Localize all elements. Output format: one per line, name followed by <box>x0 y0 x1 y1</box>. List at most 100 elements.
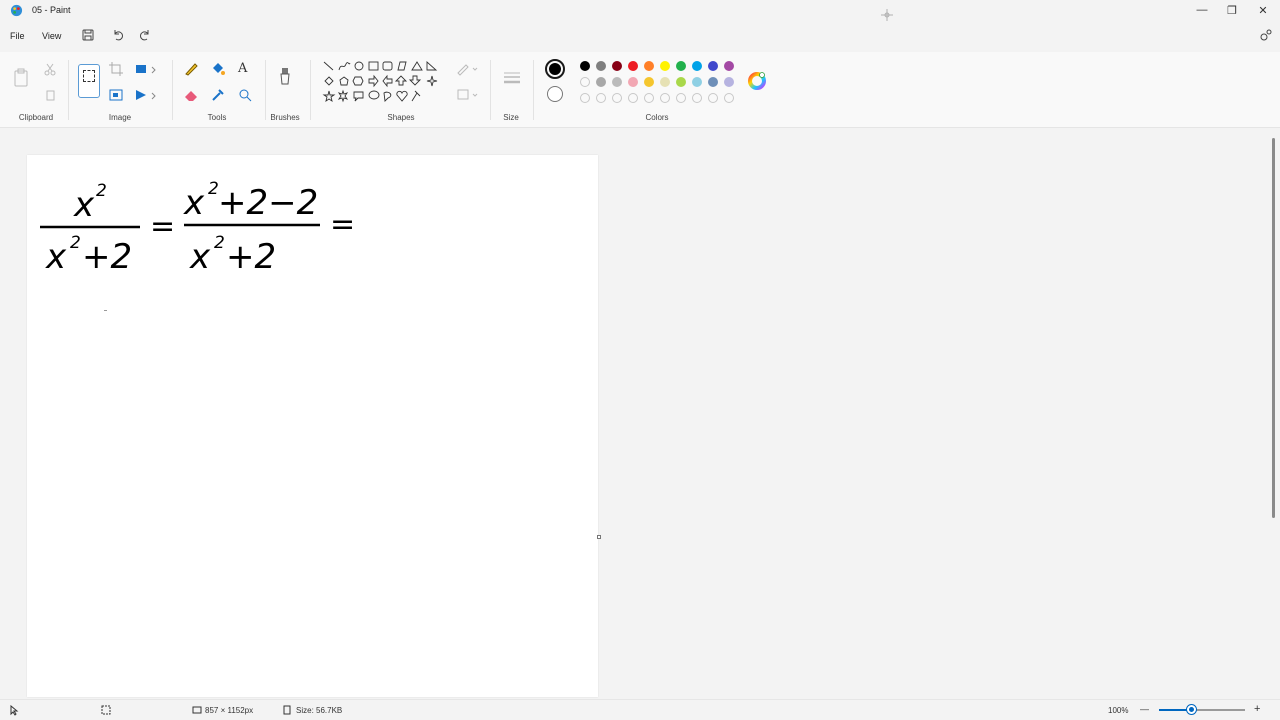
custom-color-slot-7[interactable] <box>676 93 686 103</box>
custom-color-slot-9[interactable] <box>708 93 718 103</box>
pencil-icon[interactable] <box>183 61 199 77</box>
zoom-in-button[interactable]: + <box>1254 703 1260 715</box>
ribbon-separator <box>533 60 534 120</box>
math-rhs-num-rest: +2−2 <box>218 183 318 223</box>
secondary-color-button[interactable] <box>547 86 563 102</box>
flip-icon[interactable] <box>134 87 158 103</box>
magnifier-icon[interactable] <box>237 87 253 103</box>
canvas-math-drawing: x 2 x 2 +2 = x 2 +2−2 x 2 +2 = <box>40 179 355 277</box>
select-rectangle-icon <box>83 70 95 82</box>
ribbon-separator <box>265 60 266 120</box>
primary-color-button[interactable] <box>545 59 565 79</box>
custom-color-slot-5[interactable] <box>644 93 654 103</box>
custom-color-slot-2[interactable] <box>596 93 606 103</box>
zoom-out-button[interactable]: — <box>1140 704 1149 714</box>
group-label-clipboard: Clipboard <box>18 113 54 122</box>
paste-icon[interactable] <box>12 68 30 88</box>
custom-color-slot-3[interactable] <box>612 93 622 103</box>
brush-icon[interactable] <box>277 66 293 88</box>
custom-color-slot-4[interactable] <box>628 93 638 103</box>
pointer-icon <box>10 705 19 716</box>
ribbon-separator <box>172 60 173 120</box>
group-label-shapes: Shapes <box>387 113 415 122</box>
group-label-brushes: Brushes <box>270 113 300 122</box>
select-button[interactable] <box>78 64 100 98</box>
crop-icon[interactable] <box>108 61 124 77</box>
size-icon[interactable] <box>503 70 521 86</box>
file-size-icon <box>283 705 291 715</box>
palette-swatch-row1-8[interactable] <box>692 61 702 71</box>
vertical-scrollbar[interactable] <box>1272 138 1275 518</box>
status-bar: 857 × 1152px Size: 56.7KB 100% — + <box>0 699 1280 720</box>
math-rhs-den-rest: +2 <box>226 237 276 277</box>
edit-colors-icon[interactable] <box>748 72 766 90</box>
palette-swatch-row1-7[interactable] <box>676 61 686 71</box>
close-button[interactable]: ✕ <box>1249 2 1277 18</box>
minimize-button[interactable]: — <box>1188 2 1216 18</box>
eraser-icon[interactable] <box>183 87 199 103</box>
custom-color-slot-6[interactable] <box>660 93 670 103</box>
math-lhs-den-base: x <box>45 237 67 277</box>
palette-swatch-row1-4[interactable] <box>628 61 638 71</box>
cut-icon[interactable] <box>43 62 57 76</box>
custom-color-slot-10[interactable] <box>724 93 734 103</box>
color-picker-icon[interactable] <box>210 87 226 103</box>
ribbon-separator <box>490 60 491 120</box>
settings-icon[interactable] <box>1259 28 1273 42</box>
palette-swatch-row2-5[interactable] <box>644 77 654 87</box>
palette-swatch-row2-3[interactable] <box>612 77 622 87</box>
ribbon-separator <box>68 60 69 120</box>
palette-swatch-row2-9[interactable] <box>708 77 718 87</box>
math-lhs-num-base: x <box>73 185 95 225</box>
palette-swatch-row1-5[interactable] <box>644 61 654 71</box>
save-icon[interactable] <box>81 28 95 42</box>
palette-swatch-row1-3[interactable] <box>612 61 622 71</box>
palette-swatch-row1-6[interactable] <box>660 61 670 71</box>
math-rhs-den-exp: 2 <box>214 233 225 253</box>
menu-bar: File View <box>0 27 1280 47</box>
move-cursor-icon <box>881 9 893 21</box>
restore-button[interactable]: ❐ <box>1218 2 1246 18</box>
math-lhs-den-exp: 2 <box>70 233 81 253</box>
menu-file[interactable]: File <box>10 31 25 41</box>
palette-swatch-row2-2[interactable] <box>596 77 606 87</box>
palette-swatch-row2-6[interactable] <box>660 77 670 87</box>
palette-swatch-row1-2[interactable] <box>596 61 606 71</box>
palette-swatch-row2-4[interactable] <box>628 77 638 87</box>
palette-swatch-row1-9[interactable] <box>708 61 718 71</box>
redo-icon[interactable] <box>138 28 152 42</box>
zoom-slider-thumb[interactable] <box>1186 705 1196 714</box>
zoom-slider[interactable] <box>1159 705 1245 714</box>
menu-view[interactable]: View <box>42 31 61 41</box>
group-label-tools: Tools <box>207 113 227 122</box>
group-label-size: Size <box>503 113 519 122</box>
canvas-resize-handle[interactable] <box>597 535 601 539</box>
group-label-colors: Colors <box>645 113 669 122</box>
palette-swatch-row1-10[interactable] <box>724 61 734 71</box>
palette-swatch-row2-10[interactable] <box>724 77 734 87</box>
fill-bucket-icon[interactable] <box>210 61 226 77</box>
palette-swatch-row2-8[interactable] <box>692 77 702 87</box>
zoom-level[interactable]: 100% <box>1108 706 1128 715</box>
resize-icon[interactable] <box>108 87 124 103</box>
ribbon-toolbar: Clipboard Image A Tools Brushes Shapes S… <box>0 52 1280 128</box>
palette-swatch-row2-7[interactable] <box>676 77 686 87</box>
undo-icon[interactable] <box>111 28 125 42</box>
text-tool-icon[interactable]: A <box>238 61 247 76</box>
rotate-icon[interactable] <box>134 61 158 77</box>
ribbon-separator <box>310 60 311 120</box>
custom-color-slot-1[interactable] <box>580 93 590 103</box>
math-rhs-num-base: x <box>183 183 205 223</box>
primary-color-swatch <box>549 63 561 75</box>
outline-icon[interactable] <box>456 62 480 76</box>
fill-icon[interactable] <box>456 88 480 102</box>
palette-swatch-row2-1[interactable] <box>580 77 590 87</box>
math-equals-1: = <box>150 209 175 244</box>
canvas-stray-mark <box>104 310 107 311</box>
copy-icon[interactable] <box>43 88 57 102</box>
math-rhs-den-base: x <box>189 237 211 277</box>
selection-size-icon <box>101 705 111 715</box>
custom-color-slot-8[interactable] <box>692 93 702 103</box>
palette-swatch-row1-1[interactable] <box>580 61 590 71</box>
shapes-gallery[interactable] <box>322 60 440 106</box>
